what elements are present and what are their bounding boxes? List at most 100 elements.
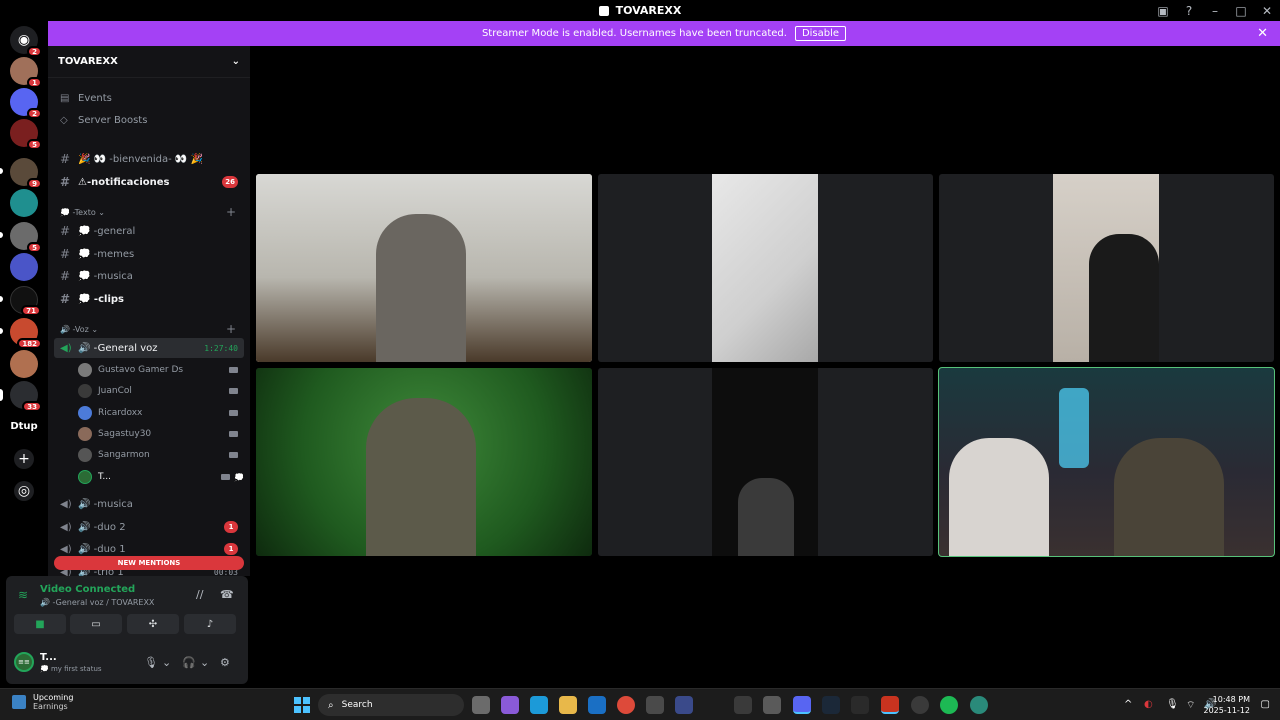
app-icon[interactable]	[763, 696, 781, 714]
video-tile[interactable]	[598, 174, 933, 362]
voice-channel-duo-2[interactable]: ◀) 🔊 -duo 2 1	[54, 517, 244, 537]
video-tile[interactable]	[256, 368, 592, 556]
new-mentions-button[interactable]: NEW MENTIONS	[54, 556, 244, 570]
steam-icon[interactable]	[822, 696, 840, 714]
channel-clips[interactable]: # 💭 -clips	[54, 289, 244, 309]
app-icon[interactable]	[970, 696, 988, 714]
server-folder-icon[interactable]: 33	[10, 381, 42, 412]
voice-channel-general[interactable]: ◀) 🔊 -General voz 1:27:40	[54, 338, 244, 358]
microphone-icon[interactable]: 🎙	[1166, 699, 1179, 710]
voice-user[interactable]: Sagastuy30	[78, 424, 244, 444]
server-icon[interactable]	[10, 189, 38, 217]
show-hidden-icons[interactable]: ^	[1124, 699, 1132, 710]
video-tile-speaking[interactable]	[938, 367, 1275, 557]
server-icon[interactable]	[10, 350, 38, 378]
guild-header[interactable]: TOVAREXX ⌄	[48, 46, 250, 78]
channel-musica-text[interactable]: # 💭 -musica	[54, 266, 244, 286]
voice-user[interactable]: JuanCol	[78, 381, 244, 401]
help-icon[interactable]: ?	[1176, 0, 1202, 21]
store-icon[interactable]	[646, 696, 664, 714]
channel-bienvenida[interactable]: # 🎉 👀 -bienvenida- 👀 🎉	[54, 149, 244, 169]
wifi-icon[interactable]: ⌔	[1186, 699, 1195, 712]
close-icon[interactable]: ✕	[1257, 26, 1268, 41]
voice-user[interactable]: Sangarmon	[78, 445, 244, 465]
voice-channel-musica[interactable]: ◀) 🔊 -musica	[54, 494, 244, 514]
chrome-icon[interactable]	[617, 696, 635, 714]
camera-button[interactable]: ■	[14, 614, 66, 634]
file-explorer-icon[interactable]	[559, 696, 577, 714]
server-icon[interactable]	[10, 253, 38, 281]
add-server-icon[interactable]: +	[14, 449, 34, 469]
voice-user-self[interactable]: T... 💭	[78, 467, 244, 487]
video-tile[interactable]	[256, 174, 592, 362]
avatar	[78, 448, 92, 462]
server-icon[interactable]: 182	[10, 318, 42, 349]
server-icon[interactable]: 5	[10, 222, 42, 253]
add-channel-icon[interactable]: +	[226, 205, 236, 219]
copilot-icon[interactable]	[501, 696, 519, 714]
taskbar-search[interactable]: ⌕ Search	[318, 694, 464, 716]
obs-icon[interactable]	[911, 696, 929, 714]
channel-label: 🔊 -duo 2	[78, 521, 126, 533]
settings-gear-icon[interactable]: ⚙	[220, 656, 230, 669]
noise-suppression-icon[interactable]: ∕∕	[196, 588, 203, 601]
widgets-button[interactable]: Upcoming Earnings	[12, 693, 73, 711]
screen-share-icon: ▭	[91, 618, 101, 630]
app-icon[interactable]	[881, 696, 899, 714]
server-boosts-link[interactable]: ◇ Server Boosts	[54, 110, 244, 130]
edge-icon[interactable]	[530, 696, 548, 714]
discover-icon[interactable]: ◎	[14, 481, 34, 501]
app-icon[interactable]	[675, 696, 693, 714]
notifications-icon[interactable]: ▢	[1261, 699, 1270, 710]
user-name[interactable]: T...	[40, 652, 57, 663]
clock[interactable]: 10:48 PM 2025-11-12	[1204, 694, 1251, 716]
task-view-icon[interactable]	[472, 696, 490, 714]
category-texto[interactable]: 💭 -Texto ⌄ +	[54, 202, 244, 222]
unread-pill	[0, 296, 3, 302]
discord-icon: ◉	[17, 32, 31, 48]
spotify-icon[interactable]	[940, 696, 958, 714]
close-window-button[interactable]: ✕	[1254, 0, 1280, 21]
signal-icon[interactable]: ≋	[18, 588, 28, 602]
add-channel-icon[interactable]: +	[226, 322, 236, 336]
screen-share-button[interactable]: ▭	[70, 614, 122, 634]
video-tile[interactable]	[939, 174, 1274, 362]
events-link[interactable]: ▤ Events	[54, 88, 244, 108]
start-button[interactable]	[294, 697, 310, 713]
category-voz[interactable]: 🔊 -Voz ⌄ +	[54, 319, 244, 339]
chevron-down-icon[interactable]: ⌄	[162, 656, 171, 669]
home-button[interactable]: ◉ 2	[10, 26, 42, 57]
chevron-down-icon[interactable]: ⌄	[200, 656, 209, 669]
server-icon[interactable]: 1	[10, 57, 42, 88]
headphones-icon[interactable]: 🎧	[182, 656, 196, 669]
server-icon[interactable]: 2	[10, 88, 42, 119]
video-tile[interactable]	[598, 368, 933, 556]
disconnect-icon[interactable]: ☎	[220, 588, 234, 601]
outlook-icon[interactable]	[588, 696, 606, 714]
channel-general[interactable]: # 💭 -general	[54, 221, 244, 241]
activities-button[interactable]: ✣	[127, 614, 179, 634]
voice-channel-path[interactable]: 🔊 -General voz / TOVAREXX	[40, 598, 154, 607]
tools-icon[interactable]	[734, 696, 752, 714]
disable-streamer-mode-button[interactable]: Disable	[794, 26, 847, 41]
voice-user[interactable]: Gustavo Gamer Ds	[78, 360, 244, 380]
inbox-icon[interactable]: ▣	[1150, 0, 1176, 21]
tray-app-icon[interactable]: ◐	[1144, 699, 1153, 710]
channel-memes[interactable]: # 💭 -memes	[54, 244, 244, 264]
minimize-button[interactable]: –	[1202, 0, 1228, 21]
server-folder-label[interactable]: Dtup	[0, 421, 48, 432]
microphone-icon[interactable]: 🎙	[144, 656, 158, 669]
discord-taskbar-icon[interactable]	[793, 696, 811, 714]
server-icon[interactable]: 9	[10, 158, 42, 189]
soundboard-button[interactable]: ♪	[184, 614, 236, 634]
server-icon[interactable]: 5	[10, 119, 42, 150]
user-avatar[interactable]: ≡≡	[14, 652, 34, 672]
badge: 71	[21, 305, 41, 316]
voice-status[interactable]: Video Connected	[40, 584, 135, 595]
app-icon[interactable]	[851, 696, 869, 714]
channel-notificaciones[interactable]: # ⚠-notificaciones 26	[54, 172, 244, 192]
server-icon[interactable]: 71	[10, 286, 41, 316]
voice-user[interactable]: Ricardoxx	[78, 403, 244, 423]
user-custom-status[interactable]: 💭 my first status	[40, 665, 102, 673]
maximize-button[interactable]: □	[1228, 0, 1254, 21]
